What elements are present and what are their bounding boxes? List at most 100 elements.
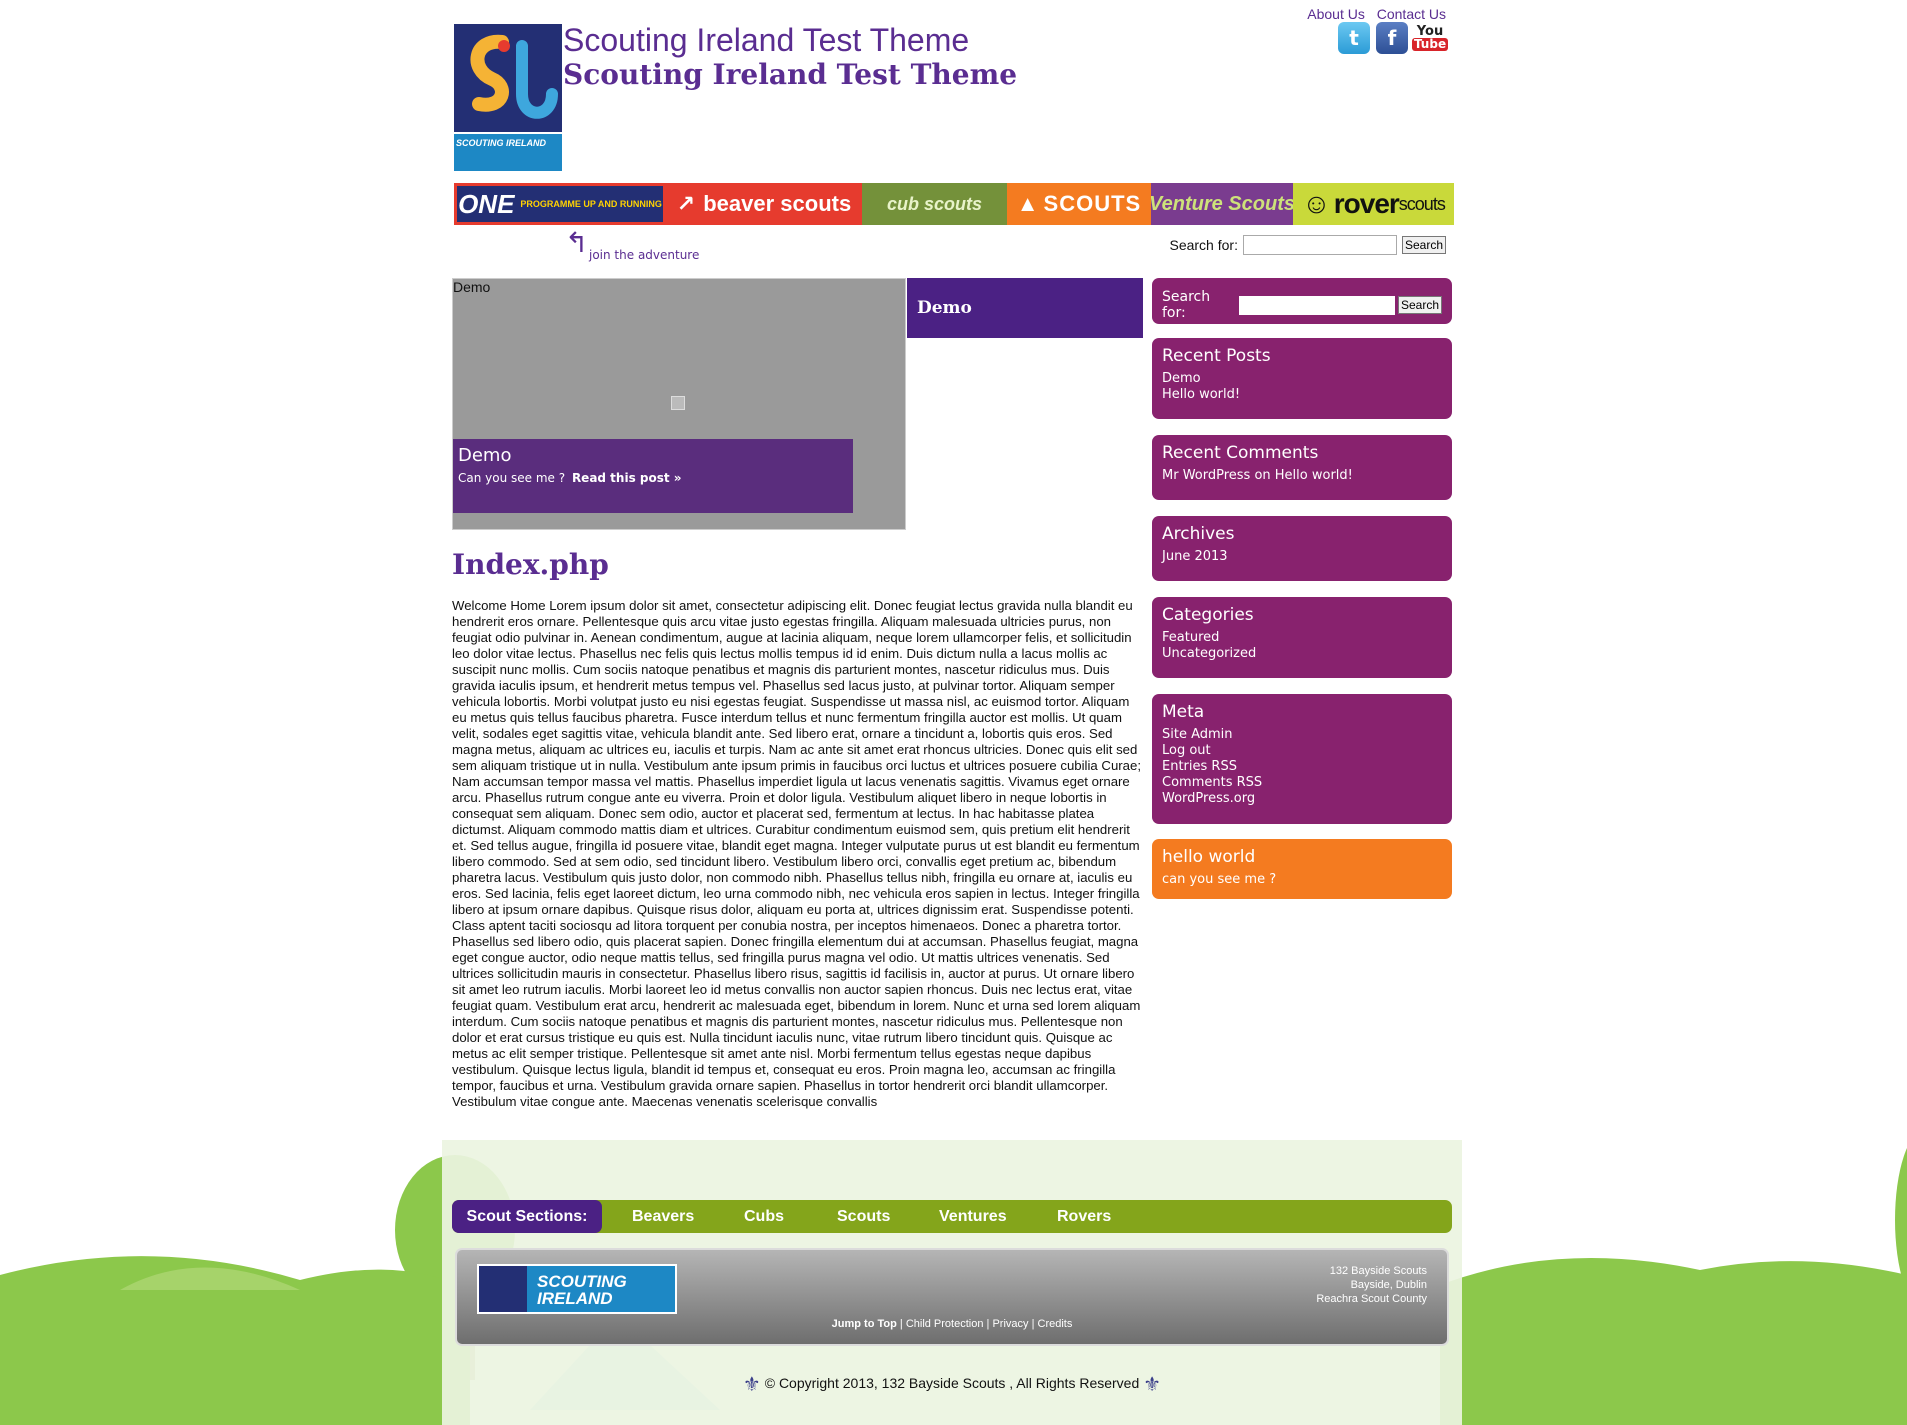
banner-scouts-label: SCOUTS xyxy=(1043,191,1142,216)
site-subtitle: Scouting Ireland Test Theme xyxy=(563,58,1018,91)
slider-caption: Demo Can you see me ? Read this post » xyxy=(453,439,853,513)
categories-title: Categories xyxy=(1162,605,1254,625)
section-link-rovers[interactable]: Rovers xyxy=(1057,1200,1111,1233)
recent-post-link[interactable]: Demo xyxy=(1162,371,1442,387)
curved-arrow-icon: ↰ xyxy=(565,226,589,259)
meta-link[interactable]: Entries RSS xyxy=(1162,759,1442,775)
archive-link[interactable]: June 2013 xyxy=(1162,549,1442,565)
scout-sections-bar: Scout Sections: Beavers Cubs Scouts Vent… xyxy=(452,1200,1452,1233)
about-us-link[interactable]: About Us xyxy=(1307,6,1365,22)
youtube-icon-bottom: Tube xyxy=(1411,37,1449,51)
tagline-text: join the adventure xyxy=(589,248,700,262)
arrow-icon: ↗ xyxy=(676,191,696,216)
read-more-link[interactable]: Read this post » xyxy=(572,471,682,485)
banner-one-label: ONE xyxy=(458,188,515,219)
logo-text: SCOUTING IRELAND xyxy=(456,138,546,148)
recent-comments-title: Recent Comments xyxy=(1162,443,1319,463)
archives-widget: Archives June 2013 xyxy=(1152,516,1452,581)
facebook-icon[interactable]: f xyxy=(1376,22,1408,54)
post-body: Welcome Home Lorem ipsum dolor sit amet,… xyxy=(452,598,1142,1109)
sidebar-search-input[interactable] xyxy=(1238,295,1395,315)
hello-world-title: hello world xyxy=(1162,847,1256,867)
recent-posts-widget: Recent Posts Demo Hello world! xyxy=(1152,338,1452,419)
featured-slider[interactable]: Demo Demo Can you see me ? Read this pos… xyxy=(452,278,906,530)
meta-widget: Meta Site Admin Log out Entries RSS Comm… xyxy=(1152,694,1452,824)
tent-icon: ▲ xyxy=(1016,191,1040,216)
section-banner: ONE PROGRAMME UP AND RUNNING ↗ beaver sc… xyxy=(454,183,1454,225)
banner-cub-scouts[interactable]: cub scouts xyxy=(862,183,1007,225)
sidebar-search-widget: Search for: Search xyxy=(1152,278,1452,324)
slider-tab-label: Demo xyxy=(917,298,972,318)
slider-caption-excerpt: Can you see me ? xyxy=(458,471,566,485)
meta-title: Meta xyxy=(1162,702,1205,722)
social-icons: t f You Tube xyxy=(1338,22,1449,54)
youtube-icon[interactable]: You Tube xyxy=(1411,22,1449,54)
banner-scouts[interactable]: ▲ SCOUTS xyxy=(1007,183,1151,225)
right-hill xyxy=(1440,1258,1907,1425)
hello-world-widget: hello world can you see me ? xyxy=(1152,839,1452,899)
privacy-link[interactable]: Privacy xyxy=(992,1318,1028,1330)
footer: SCOUTING IRELAND 132 Bayside Scouts Bays… xyxy=(455,1248,1449,1346)
banner-one-sub: PROGRAMME UP AND RUNNING xyxy=(520,199,662,209)
footer-address-line: Bayside, Dublin xyxy=(1350,1279,1427,1291)
hello-world-text: can you see me ? xyxy=(1162,872,1277,887)
recent-comment-link[interactable]: Mr WordPress on Hello world! xyxy=(1162,468,1442,484)
archives-title: Archives xyxy=(1162,524,1235,544)
scouting-ireland-logo-icon xyxy=(454,24,562,171)
copyright: ⚜ © Copyright 2013, 132 Bayside Scouts ,… xyxy=(442,1372,1462,1397)
banner-cub-label: cub scouts xyxy=(886,193,983,214)
fleur-de-lis-icon: ⚜ xyxy=(742,1374,761,1396)
meta-link[interactable]: WordPress.org xyxy=(1162,791,1442,807)
slider-caption-text: Can you see me ? Read this post » xyxy=(458,471,682,485)
child-protection-link[interactable]: Child Protection xyxy=(906,1318,984,1330)
copyright-text: © Copyright 2013, 132 Bayside Scouts , A… xyxy=(764,1375,1140,1392)
contact-us-link[interactable]: Contact Us xyxy=(1377,6,1446,22)
scout-sections-label: Scout Sections: xyxy=(452,1200,602,1233)
banner-venture-label: Venture Scouts xyxy=(1151,192,1293,215)
jump-to-top-link[interactable]: Jump to Top xyxy=(832,1318,897,1330)
recent-comments-widget: Recent Comments Mr WordPress on Hello wo… xyxy=(1152,435,1452,500)
top-links: About Us Contact Us xyxy=(1299,6,1446,22)
section-link-scouts[interactable]: Scouts xyxy=(837,1200,890,1233)
banner-rover-scouts[interactable]: ☺ rover scouts xyxy=(1293,183,1454,225)
footer-logo-text: SCOUTING IRELAND xyxy=(537,1272,627,1308)
twitter-icon[interactable]: t xyxy=(1338,22,1370,54)
banner-beaver-scouts[interactable]: ↗ beaver scouts xyxy=(666,183,862,225)
site-logo[interactable] xyxy=(454,24,562,171)
sidebar-search-label: Search for: xyxy=(1162,289,1211,321)
slider-caption-title[interactable]: Demo xyxy=(458,445,511,466)
smiley-icon: ☺ xyxy=(1302,188,1331,219)
broken-image-icon xyxy=(671,396,685,410)
meta-link[interactable]: Site Admin xyxy=(1162,727,1442,743)
banner-rover-label: rover xyxy=(1333,188,1400,219)
footer-address-line: 132 Bayside Scouts xyxy=(1329,1265,1427,1277)
header-search-button[interactable]: Search xyxy=(1401,236,1446,254)
site-title[interactable]: Scouting Ireland Test Theme xyxy=(563,22,969,59)
category-link[interactable]: Featured xyxy=(1162,630,1442,646)
page-container: SCOUTING IRELAND Scouting Ireland Test T… xyxy=(442,0,1462,1425)
meta-link[interactable]: Comments RSS xyxy=(1162,775,1442,791)
meta-link[interactable]: Log out xyxy=(1162,743,1442,759)
header-search: Search for: Search xyxy=(1169,235,1446,255)
banner-beaver-label: beaver scouts xyxy=(703,191,852,216)
footer-address-line: Reachra Scout County xyxy=(1316,1293,1427,1305)
header-search-input[interactable] xyxy=(1242,235,1397,255)
section-link-beavers[interactable]: Beavers xyxy=(632,1200,694,1233)
sidebar-search-button[interactable]: Search xyxy=(1397,296,1442,314)
section-link-cubs[interactable]: Cubs xyxy=(744,1200,784,1233)
banner-venture-scouts[interactable]: Venture Scouts xyxy=(1151,183,1293,225)
recent-post-link[interactable]: Hello world! xyxy=(1162,387,1442,403)
category-link[interactable]: Uncategorized xyxy=(1162,646,1442,662)
footer-logo[interactable]: SCOUTING IRELAND xyxy=(477,1264,677,1314)
fleur-de-lis-icon: ⚜ xyxy=(1143,1374,1162,1396)
banner-one-programme[interactable]: ONE PROGRAMME UP AND RUNNING xyxy=(454,183,666,225)
slider-tab[interactable]: Demo xyxy=(907,278,1143,338)
header-search-label: Search for: xyxy=(1169,237,1238,253)
credits-link[interactable]: Credits xyxy=(1038,1318,1073,1330)
recent-posts-title: Recent Posts xyxy=(1162,346,1271,366)
post-title: Index.php xyxy=(452,548,609,581)
footer-address: 132 Bayside Scouts Bayside, Dublin Reach… xyxy=(1316,1264,1427,1306)
banner-rover-small: scouts xyxy=(1398,193,1446,214)
slider-image-alt: Demo xyxy=(453,279,491,295)
section-link-ventures[interactable]: Ventures xyxy=(939,1200,1007,1233)
